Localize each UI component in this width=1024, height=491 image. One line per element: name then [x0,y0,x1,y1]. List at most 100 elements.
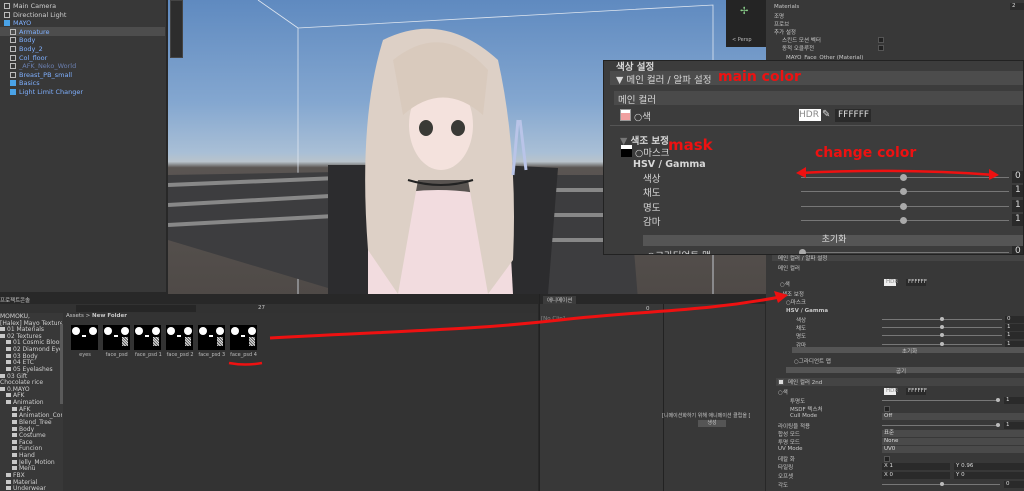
breadcrumb-assets[interactable]: Assets [66,313,84,319]
color-texture-thumbnail[interactable] [620,109,631,121]
scene-gizmo[interactable]: ✢ < Persp [726,0,766,47]
property-slider[interactable] [882,425,1000,426]
scene-tools-toolbar[interactable] [170,0,183,58]
property-value[interactable]: 0 [1004,481,1024,488]
project-search-input[interactable] [76,305,196,312]
tab-project[interactable]: 프로젝트 [0,296,20,304]
property-checkbox[interactable] [884,456,890,462]
property-slider-knob[interactable] [940,482,944,486]
asset-label[interactable]: face_psd 4 [224,352,264,358]
hsv-slider-knob-small[interactable] [940,341,944,346]
gameobject-icon [10,71,16,78]
bake-button-small[interactable]: 굽기 [786,367,1024,375]
main-header-small[interactable]: 메인 컬러 / 알파 설정 [772,254,1024,262]
slider-value-small[interactable]: 0 [1005,316,1024,323]
hue-section-small[interactable]: 색조 보정 [782,290,804,298]
texture-thumbnail[interactable] [71,325,98,350]
hsv-slider-knob[interactable] [900,188,907,196]
materials-label[interactable]: Materials [774,4,799,10]
texture-thumbnail[interactable] [166,325,194,350]
folder-icon [6,360,11,365]
dynamic-occlusion-checkbox[interactable] [878,45,884,51]
gradient-slider-knob[interactable] [799,249,806,254]
second-header[interactable]: 메인 컬러 2nd [776,378,1024,386]
mask-texture-thumbnail[interactable] [621,145,632,157]
hex-small[interactable]: FFFFFF [906,279,927,286]
section-lighting[interactable]: 조명 [774,12,784,20]
property-value[interactable]: 1 [1004,397,1024,404]
property-dropdown[interactable]: UV0 [882,446,1024,453]
hierarchy-item-label: Body_2 [19,45,43,53]
hsv-slider-knob[interactable] [900,202,907,210]
folder-tree-item[interactable]: Underwear [6,485,46,491]
hsv-slider-knob-small[interactable] [940,325,944,330]
hierarchy-item-label: Armature [19,27,50,36]
hdr-badge[interactable]: HDR [799,109,821,121]
slider-value[interactable]: 1 [1012,213,1023,226]
hierarchy-item[interactable]: Light Limit Changer [10,88,83,97]
hex-field-small[interactable]: FFFFFF [906,388,927,395]
slider-value-small[interactable]: 1 [1005,324,1024,332]
reset-button-small[interactable]: 초기화 [792,347,1024,355]
motion-vectors-checkbox[interactable] [878,37,884,43]
persp-label[interactable]: < Persp [732,37,752,43]
hierarchy-item-label: Light Limit Changer [19,88,84,96]
property-slider-knob[interactable] [996,423,1000,427]
hsv-slider-knob[interactable] [900,174,907,181]
divider [610,125,1023,126]
hsv-slider-knob-small[interactable] [940,317,944,321]
slider-value[interactable]: 0 [1012,171,1023,183]
tab-console[interactable]: 콘솔 [20,296,30,304]
materials-count[interactable]: 2 [1010,3,1024,10]
property-slider[interactable] [882,400,1000,401]
slider-value[interactable]: 1 [1012,199,1023,212]
animation-panel: 애니메이션 [No Clip] 0 [니메이션화하기 위해 애니메이션 클립을 … [539,294,766,491]
hex-color-field[interactable]: FFFFFF [835,109,871,122]
texture-thumbnail[interactable] [102,325,130,350]
x-field[interactable]: X 0 [882,472,950,479]
property-checkbox[interactable] [884,406,890,412]
hdr-badge-small[interactable]: HDR [884,279,898,286]
x-value: 1 [889,463,894,469]
property-dropdown[interactable]: 표준 [882,430,1024,437]
section-probes[interactable]: 프로브 [774,20,789,28]
texture-thumbnail[interactable] [134,325,162,350]
slider-value[interactable]: 1 [1012,185,1023,198]
slider-value-small[interactable]: 1 [1005,332,1024,340]
gradient-value[interactable]: 0 [1012,246,1023,254]
create-clip-button[interactable]: 생성 [698,420,726,427]
slider-label: 색상 [643,174,661,185]
frame-field[interactable]: 0 [646,306,650,312]
folder-icon [12,413,17,418]
main-color-section: 메인 컬러 [614,91,1023,106]
y-field[interactable]: Y 0.96 [954,463,1024,470]
property-slider-knob[interactable] [996,398,1000,402]
x-field[interactable]: X 1 [882,463,950,470]
property-label: 오프셋 [778,474,794,480]
clip-dropdown[interactable]: [No Clip] [541,316,565,322]
property-label: 각도 [778,483,789,489]
gradient-slider[interactable] [801,252,1009,253]
property-value[interactable]: 1 [1004,422,1024,429]
axis-gizmo-icon[interactable]: ✢ [740,6,748,17]
tab-animation[interactable]: 애니메이션 [543,296,577,304]
property-dropdown[interactable]: None [882,438,1024,445]
hsv-slider-knob-small[interactable] [940,333,944,338]
section-additional[interactable]: 추가 설정 [774,28,796,36]
hdr-badge-small[interactable]: HDR [884,388,898,395]
texture-thumbnail[interactable] [229,325,257,350]
main-header[interactable]: ▼ 메인 컬러 / 알파 설정 [610,71,1023,86]
hsv-slider-knob[interactable] [900,216,907,224]
gradient-map-label: ○그라디언트 맵 [647,248,711,254]
eyedropper-icon[interactable]: ✎ [822,109,830,120]
hidden-count[interactable]: 27 [258,305,265,311]
y-field[interactable]: Y 0 [954,472,1024,479]
texture-thumbnail[interactable] [197,325,225,350]
property-label: 타일링 [778,465,794,471]
breadcrumb-new-folder[interactable]: New Folder [92,313,127,319]
folder-icon [6,347,11,352]
folder-label: Underwear [13,485,46,491]
property-dropdown[interactable]: Off [882,413,1024,420]
reset-button[interactable]: 초기화 [643,235,1023,246]
folder-icon [6,353,11,358]
